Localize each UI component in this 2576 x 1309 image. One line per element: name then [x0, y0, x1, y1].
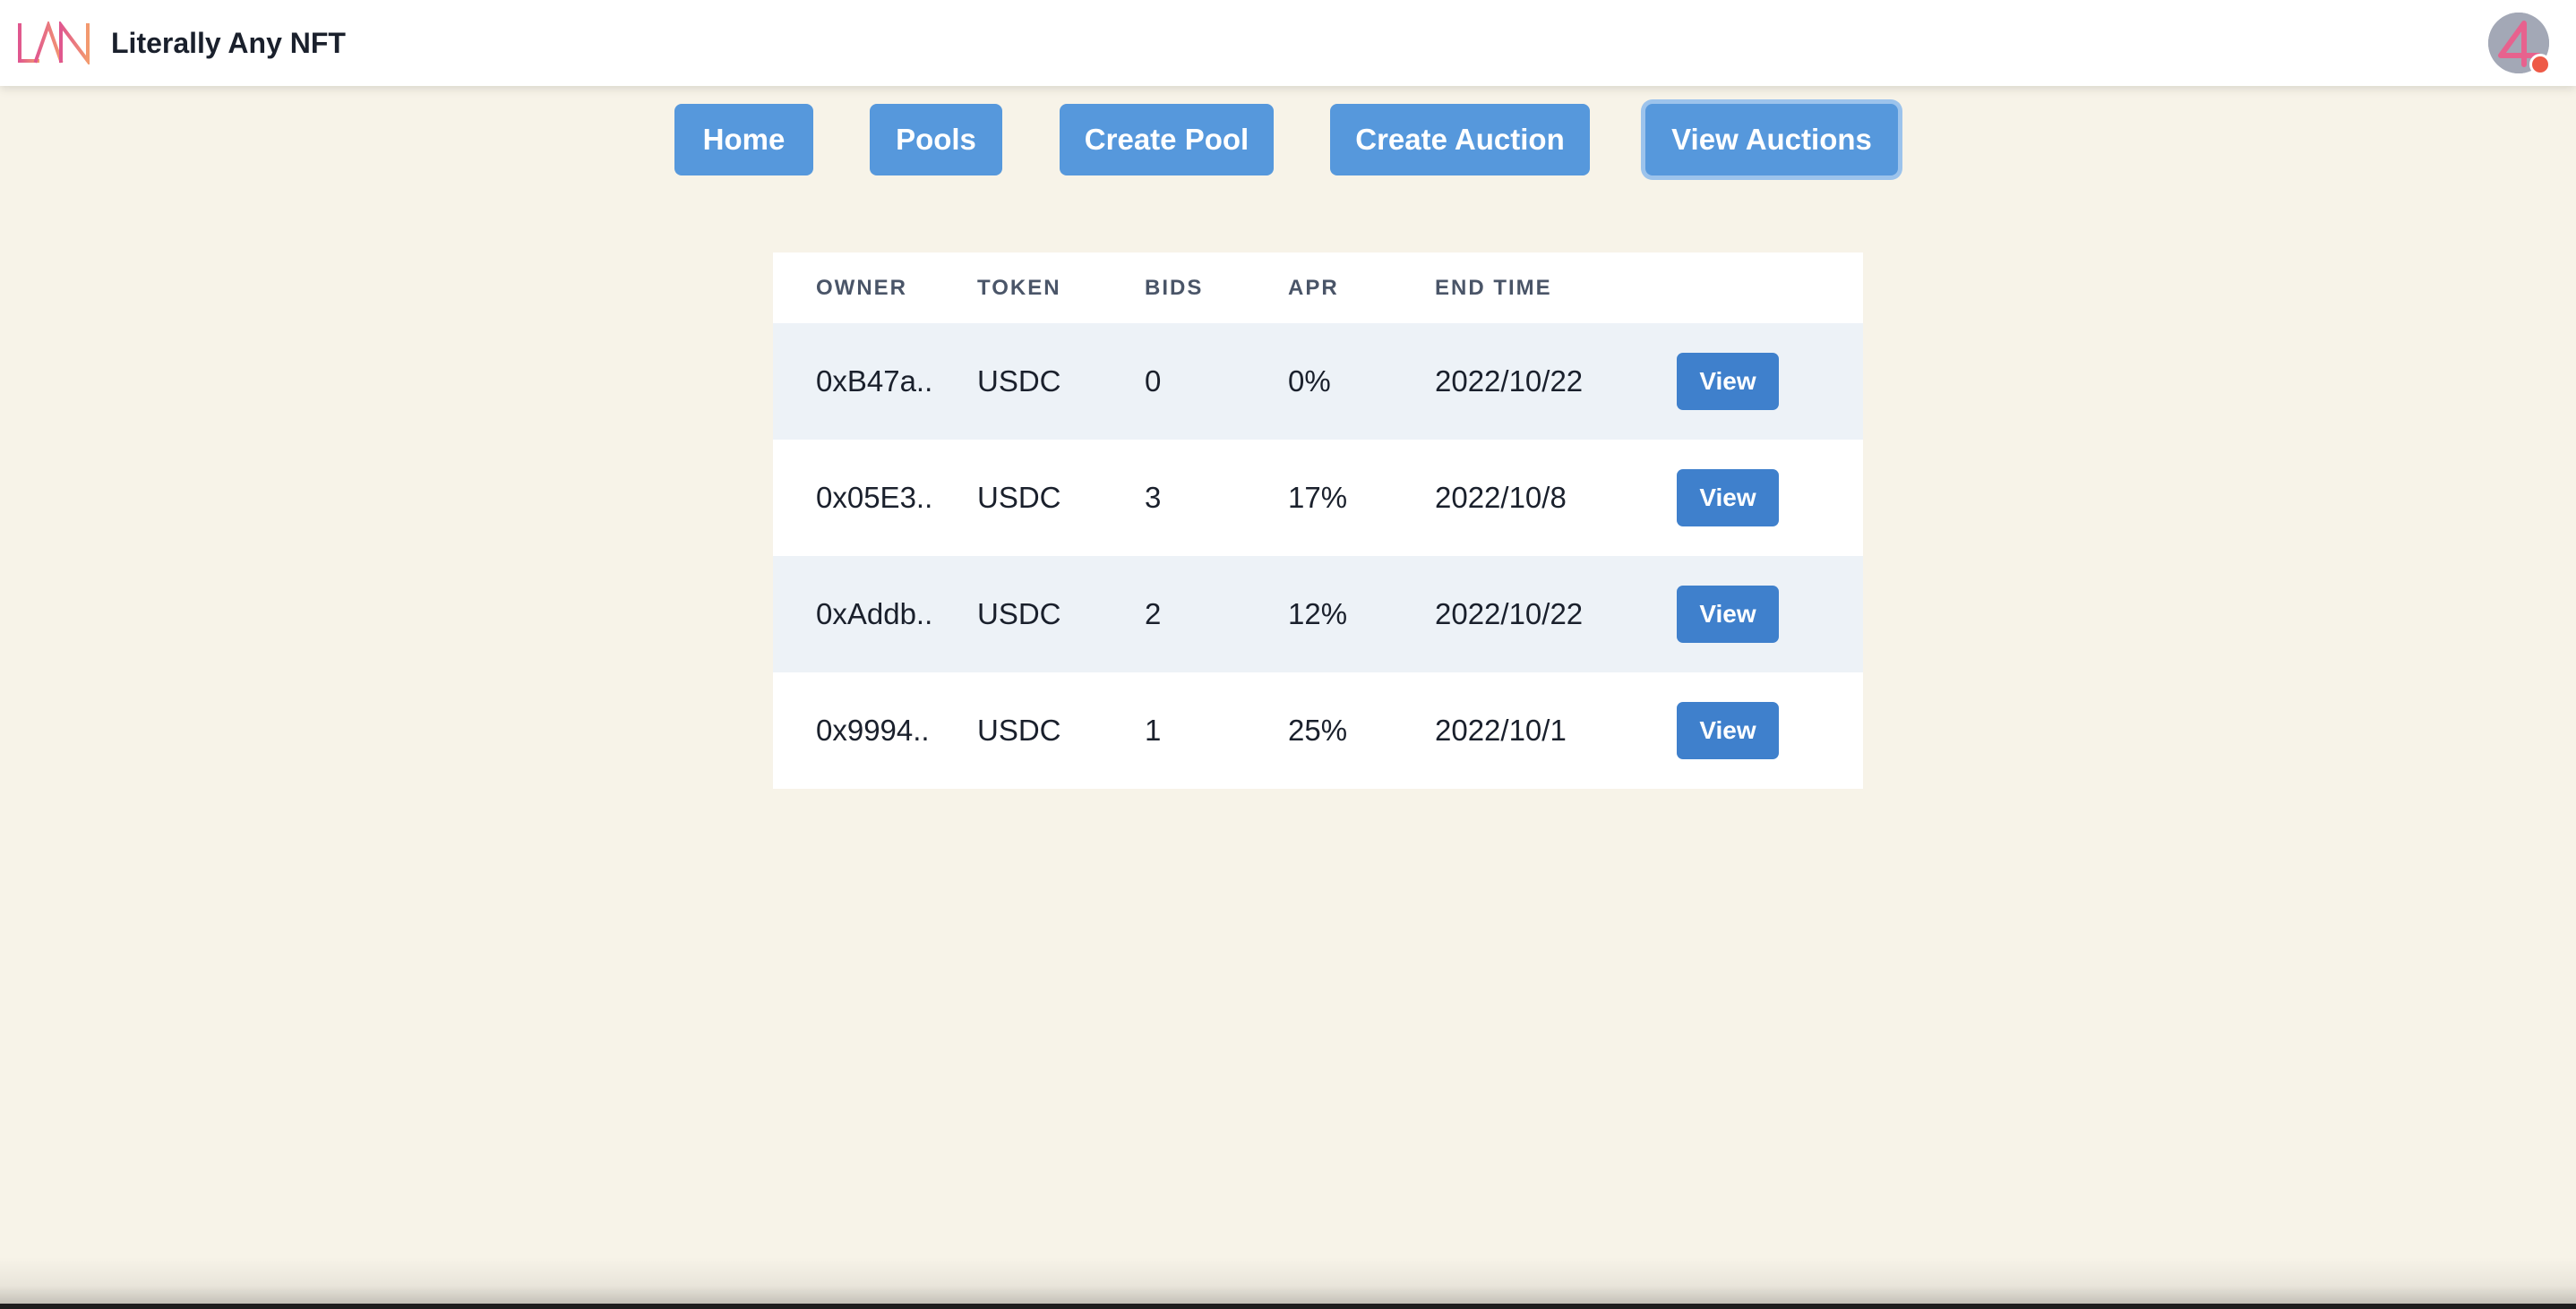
cell-apr: 12%: [1288, 556, 1435, 672]
table-row: 0x9994.. USDC 1 25% 2022/10/1 View: [773, 672, 1863, 789]
lan-logo-icon[interactable]: [16, 19, 93, 66]
cell-token: USDC: [977, 440, 1145, 556]
cell-bids: 3: [1145, 440, 1288, 556]
cell-apr: 17%: [1288, 440, 1435, 556]
table-header-row: OWNER TOKEN BIDS APR END TIME: [773, 252, 1863, 323]
header-end-time[interactable]: END TIME: [1435, 252, 1677, 323]
app-title: Literally Any NFT: [111, 27, 346, 59]
view-auction-button[interactable]: View: [1677, 586, 1779, 643]
cell-action: View: [1677, 556, 1863, 672]
cell-token: USDC: [977, 672, 1145, 789]
cell-action: View: [1677, 323, 1863, 440]
cell-owner: 0x9994..: [773, 672, 977, 789]
cell-end-time: 2022/10/1: [1435, 672, 1677, 789]
auctions-table: OWNER TOKEN BIDS APR END TIME 0xB47a.. U…: [773, 252, 1863, 789]
status-dot: [2529, 54, 2551, 75]
bottom-edge: [0, 1304, 2576, 1309]
user-avatar-icon[interactable]: [2488, 13, 2551, 75]
cell-bids: 2: [1145, 556, 1288, 672]
cell-end-time: 2022/10/22: [1435, 556, 1677, 672]
nav-pools-button[interactable]: Pools: [870, 104, 1002, 175]
nav-create-pool-button[interactable]: Create Pool: [1060, 104, 1274, 175]
view-auction-button[interactable]: View: [1677, 469, 1779, 526]
top-bar: Literally Any NFT: [0, 0, 2576, 86]
header-apr[interactable]: APR: [1288, 252, 1435, 323]
cell-action: View: [1677, 440, 1863, 556]
cell-apr: 0%: [1288, 323, 1435, 440]
header-owner[interactable]: OWNER: [773, 252, 977, 323]
cell-bids: 1: [1145, 672, 1288, 789]
cell-bids: 0: [1145, 323, 1288, 440]
cell-apr: 25%: [1288, 672, 1435, 789]
cell-owner: 0xB47a..: [773, 323, 977, 440]
cell-end-time: 2022/10/8: [1435, 440, 1677, 556]
nav-home-button[interactable]: Home: [674, 104, 813, 175]
header-bids[interactable]: BIDS: [1145, 252, 1288, 323]
header-token[interactable]: TOKEN: [977, 252, 1145, 323]
table-row: 0xAddb.. USDC 2 12% 2022/10/22 View: [773, 556, 1863, 672]
cell-token: USDC: [977, 323, 1145, 440]
table-row: 0xB47a.. USDC 0 0% 2022/10/22 View: [773, 323, 1863, 440]
cell-owner: 0x05E3..: [773, 440, 977, 556]
table-row: 0x05E3.. USDC 3 17% 2022/10/8 View: [773, 440, 1863, 556]
header-action: [1677, 252, 1863, 323]
main-nav: Home Pools Create Pool Create Auction Vi…: [0, 104, 2576, 177]
nav-create-auction-button[interactable]: Create Auction: [1330, 104, 1590, 175]
cell-token: USDC: [977, 556, 1145, 672]
auctions-table-card: OWNER TOKEN BIDS APR END TIME 0xB47a.. U…: [773, 252, 1863, 789]
view-auction-button[interactable]: View: [1677, 702, 1779, 759]
cell-end-time: 2022/10/22: [1435, 323, 1677, 440]
bottom-shadow: [0, 1257, 2576, 1309]
cell-action: View: [1677, 672, 1863, 789]
view-auction-button[interactable]: View: [1677, 353, 1779, 410]
cell-owner: 0xAddb..: [773, 556, 977, 672]
nav-view-auctions-button[interactable]: View Auctions: [1645, 104, 1898, 175]
